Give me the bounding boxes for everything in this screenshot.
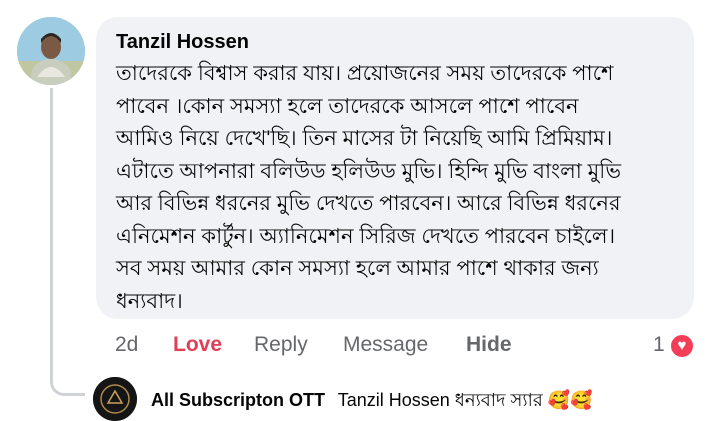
message-button[interactable]: Message — [343, 332, 428, 358]
reaction-count[interactable]: 1 — [653, 332, 665, 358]
page-logo-icon — [93, 377, 137, 421]
commenter-avatar[interactable] — [17, 17, 85, 85]
comment-text-line: এনিমেশন কার্টুন। অ্যানিমেশন সিরিজ দেখতে … — [116, 224, 616, 248]
comment-text-line: পাবেন ।কোন সমস্যা হলে তাদেরকে আসলে পাশে … — [116, 94, 579, 118]
hide-button[interactable]: Hide — [466, 332, 512, 358]
profile-photo-icon — [17, 17, 85, 85]
comment-text-line: ধন্যবাদ। — [116, 289, 183, 313]
reply-author[interactable]: All Subscripton OTT — [151, 390, 325, 410]
comment-text-line: তাদেরকে বিশ্বাস করার যায়। প্রয়োজনের সম… — [116, 62, 614, 85]
comment-text-line: সব সময় আমার কোন সমস্যা হলে আমার পাশে থা… — [116, 257, 599, 280]
comment-timestamp[interactable]: 2d — [115, 332, 138, 358]
comment-bubble: Tanzil Hossen তাদেরকে বিশ্বাস করার যায়।… — [96, 17, 694, 319]
reply-comment: All Subscripton OTT Tanzil Hossen ধন্যবা… — [151, 388, 593, 412]
reply-text: Tanzil Hossen ধন্যবাদ স্যার 🥰🥰 — [337, 390, 593, 410]
reply-avatar[interactable] — [93, 377, 137, 421]
comment-actions: 2d Love Reply Message Hide 1 ♥ — [115, 332, 700, 360]
comment-text-line: আমিও নিয়ে দেখে'ছি। তিন মাসের টা নিয়েছি… — [116, 127, 613, 150]
reply-thread-line — [50, 88, 85, 396]
love-button[interactable]: Love — [173, 332, 222, 358]
comment-author[interactable]: Tanzil Hossen — [116, 30, 678, 54]
comment-text-line: এটাতে আপনারা বলিউড হলিউড মুভি। হিন্দি মু… — [116, 159, 621, 183]
heart-icon[interactable]: ♥ — [669, 333, 695, 359]
comment-text-line: আর বিভিন্ন ধরনের মুভি দেখতে পারবেন। আরে … — [116, 192, 621, 215]
reply-button[interactable]: Reply — [254, 332, 308, 358]
